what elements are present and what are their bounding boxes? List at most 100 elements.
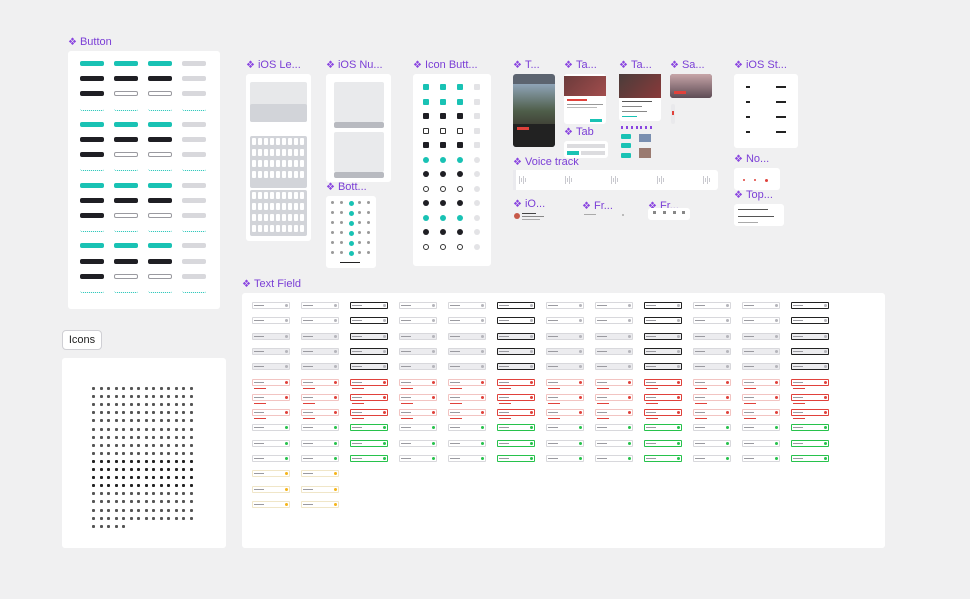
sample-button[interactable] bbox=[182, 213, 206, 218]
icon-button[interactable] bbox=[440, 142, 446, 148]
sample-button[interactable] bbox=[148, 197, 172, 203]
sample-button[interactable] bbox=[182, 121, 206, 127]
sample-button[interactable] bbox=[148, 213, 172, 218]
keyboard-key[interactable] bbox=[276, 203, 280, 210]
icon-button[interactable] bbox=[440, 200, 446, 206]
sample-button[interactable] bbox=[148, 107, 172, 111]
nav-tab-icon[interactable] bbox=[349, 231, 354, 236]
keyboard-key[interactable] bbox=[252, 160, 256, 167]
keyboard-key[interactable] bbox=[258, 149, 262, 156]
ios-keyboard-frame[interactable] bbox=[246, 74, 311, 241]
icon-button[interactable] bbox=[440, 185, 446, 192]
icon-button[interactable] bbox=[423, 156, 429, 163]
keyboard-key[interactable] bbox=[294, 171, 298, 178]
icon-button[interactable] bbox=[440, 98, 446, 105]
sample-button[interactable] bbox=[80, 76, 104, 82]
icon-button[interactable] bbox=[474, 127, 480, 134]
sample-button[interactable] bbox=[114, 76, 138, 82]
icon-button[interactable] bbox=[474, 171, 480, 177]
nav-tab-icon[interactable] bbox=[358, 231, 361, 234]
keyboard-key[interactable] bbox=[282, 192, 286, 199]
nav-tab-icon[interactable] bbox=[358, 251, 361, 254]
sample-button[interactable] bbox=[80, 213, 104, 218]
sample-button[interactable] bbox=[80, 91, 104, 97]
sample-button[interactable] bbox=[114, 91, 138, 97]
sample-button[interactable] bbox=[80, 228, 104, 233]
keyboard-key[interactable] bbox=[258, 203, 262, 210]
sample-button[interactable] bbox=[148, 91, 172, 97]
icon-button[interactable] bbox=[474, 156, 480, 163]
frame-label-bott[interactable]: ❖ Bott... bbox=[326, 181, 367, 194]
sa-scroll-thumb[interactable] bbox=[672, 111, 674, 115]
sample-button[interactable] bbox=[182, 243, 206, 249]
nav-tab-icon[interactable] bbox=[331, 211, 334, 214]
sample-button[interactable] bbox=[148, 258, 172, 264]
keyboard-key[interactable] bbox=[258, 192, 262, 199]
sample-button[interactable] bbox=[80, 243, 104, 249]
keyboard-key[interactable] bbox=[270, 171, 274, 178]
nav-tab-icon[interactable] bbox=[367, 211, 370, 214]
tab-card-frame-1[interactable] bbox=[564, 74, 606, 124]
sample-button[interactable] bbox=[148, 121, 172, 127]
frame-label-fr-1[interactable]: ❖ Fr... bbox=[582, 200, 613, 213]
keyboard-key[interactable] bbox=[252, 225, 256, 232]
ios-status-frame[interactable] bbox=[734, 74, 798, 148]
icon-button[interactable] bbox=[440, 229, 446, 235]
icon-button[interactable] bbox=[457, 185, 463, 192]
keyboard-key[interactable] bbox=[282, 171, 286, 178]
nav-tab-icon[interactable] bbox=[340, 221, 343, 224]
icon-button[interactable] bbox=[440, 214, 446, 221]
keyboard-key[interactable] bbox=[288, 171, 292, 178]
keyboard-key[interactable] bbox=[288, 214, 292, 221]
frame-label-io[interactable]: ❖ iO... bbox=[513, 198, 545, 211]
keyboard-key[interactable] bbox=[264, 225, 268, 232]
nav-tab-icon[interactable] bbox=[331, 231, 334, 234]
keyboard-key[interactable] bbox=[264, 192, 268, 199]
sample-button[interactable] bbox=[148, 61, 172, 66]
sample-button[interactable] bbox=[80, 289, 104, 293]
sample-button[interactable] bbox=[80, 152, 104, 158]
icon-button[interactable] bbox=[440, 156, 446, 163]
tab-chip[interactable] bbox=[621, 143, 631, 148]
keyboard-key[interactable] bbox=[252, 214, 256, 221]
sample-button[interactable] bbox=[182, 167, 206, 172]
sample-button[interactable] bbox=[114, 182, 138, 188]
icon-button[interactable] bbox=[457, 200, 463, 206]
sample-button[interactable] bbox=[182, 228, 206, 233]
keyboard-key[interactable] bbox=[264, 214, 268, 221]
sample-button[interactable] bbox=[114, 197, 138, 203]
keyboard-key[interactable] bbox=[270, 225, 274, 232]
keyboard-key[interactable] bbox=[282, 214, 286, 221]
icon-button[interactable] bbox=[423, 214, 429, 221]
icon-button[interactable] bbox=[440, 243, 446, 250]
keyboard-key[interactable] bbox=[300, 214, 304, 221]
keyboard-key[interactable] bbox=[270, 149, 274, 156]
keyboard-key[interactable] bbox=[258, 138, 262, 145]
sample-button[interactable] bbox=[114, 213, 138, 218]
nav-tab-icon[interactable] bbox=[340, 231, 343, 234]
sample-button[interactable] bbox=[80, 167, 104, 172]
icon-button[interactable] bbox=[457, 156, 463, 163]
keyboard-key[interactable] bbox=[264, 138, 268, 145]
frame-label-sa[interactable]: ❖ Sa... bbox=[670, 59, 705, 72]
sample-button[interactable] bbox=[182, 273, 206, 279]
keyboard-key[interactable] bbox=[282, 160, 286, 167]
sample-button[interactable] bbox=[80, 182, 104, 188]
icon-button[interactable] bbox=[457, 229, 463, 235]
icons-frame[interactable] bbox=[62, 358, 226, 548]
frame-label-icon-butt[interactable]: ❖ Icon Butt... bbox=[413, 59, 478, 72]
icon-button[interactable] bbox=[423, 200, 429, 206]
sample-button[interactable] bbox=[114, 61, 138, 66]
sa-frame[interactable] bbox=[670, 74, 712, 98]
keyboard-key[interactable] bbox=[252, 192, 256, 199]
ios-numpad-frame[interactable] bbox=[326, 74, 391, 182]
frame-label-no[interactable]: ❖ No... bbox=[734, 153, 769, 166]
top-frame[interactable] bbox=[734, 204, 784, 226]
nav-tab-icon[interactable] bbox=[349, 211, 354, 216]
nav-tab-icon[interactable] bbox=[367, 241, 370, 244]
keyboard-key[interactable] bbox=[294, 149, 298, 156]
sample-button[interactable] bbox=[80, 197, 104, 203]
tab-chip[interactable] bbox=[621, 134, 631, 139]
keyboard-key[interactable] bbox=[294, 192, 298, 199]
keyboard-key[interactable] bbox=[282, 138, 286, 145]
